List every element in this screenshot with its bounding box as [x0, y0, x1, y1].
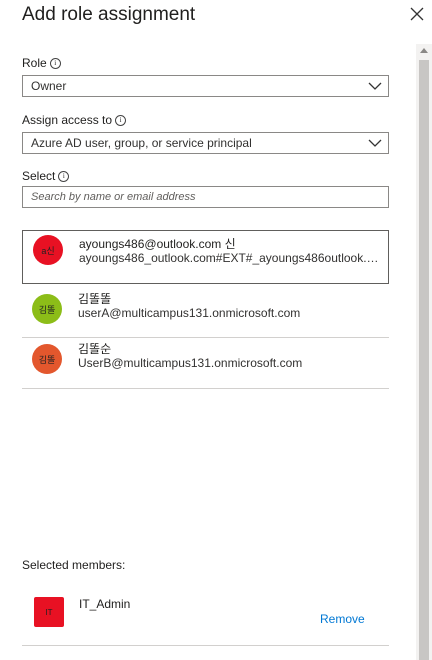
- panel-title: Add role assignment: [22, 4, 196, 25]
- avatar: 김똘: [32, 294, 62, 324]
- chevron-down-icon: [368, 139, 382, 147]
- role-value: Owner: [31, 79, 67, 93]
- result-email: UserB@multicampus131.onmicrosoft.com: [78, 356, 303, 370]
- avatar: IT: [34, 597, 64, 627]
- list-item[interactable]: 김똘 김똘똘 userA@multicampus131.onmicrosoft.…: [22, 284, 389, 338]
- role-label: Role: [22, 56, 47, 70]
- result-name: 김똘똘: [78, 292, 112, 306]
- close-icon[interactable]: [408, 5, 426, 23]
- role-label-row: Role i: [22, 56, 61, 70]
- chevron-down-icon: [368, 82, 382, 90]
- remove-button[interactable]: Remove: [320, 612, 365, 626]
- scrollbar[interactable]: [416, 44, 432, 660]
- selected-member-name: IT_Admin: [79, 597, 131, 611]
- assign-access-label: Assign access to: [22, 113, 113, 127]
- scrollbar-thumb[interactable]: [419, 60, 429, 660]
- result-email: ayoungs486_outlook.com#EXT#_ayoungs486ou…: [79, 251, 384, 265]
- result-name: ayoungs486@outlook.com 신: [79, 237, 236, 251]
- info-icon[interactable]: i: [49, 57, 61, 69]
- info-icon[interactable]: i: [58, 170, 70, 182]
- divider: [22, 645, 389, 646]
- assign-access-dropdown[interactable]: Azure AD user, group, or service princip…: [22, 132, 389, 154]
- avatar: a신: [33, 235, 63, 265]
- scroll-up-arrow-icon[interactable]: [420, 48, 428, 53]
- info-icon[interactable]: i: [115, 114, 127, 126]
- result-name: 김똘순: [78, 342, 112, 356]
- select-label-row: Select i: [22, 169, 70, 183]
- list-item[interactable]: a신 ayoungs486@outlook.com 신 ayoungs486_o…: [22, 230, 389, 284]
- result-email: userA@multicampus131.onmicrosoft.com: [78, 306, 301, 320]
- list-item[interactable]: 김똘 김똘순 UserB@multicampus131.onmicrosoft.…: [22, 335, 389, 389]
- assign-access-value: Azure AD user, group, or service princip…: [31, 136, 252, 150]
- avatar: 김똘: [32, 344, 62, 374]
- selected-members-label: Selected members:: [22, 558, 126, 572]
- divider: [22, 388, 389, 389]
- assign-access-label-row: Assign access to i: [22, 113, 127, 127]
- role-dropdown[interactable]: Owner: [22, 75, 389, 97]
- select-label: Select: [22, 169, 56, 183]
- search-input[interactable]: [22, 186, 389, 208]
